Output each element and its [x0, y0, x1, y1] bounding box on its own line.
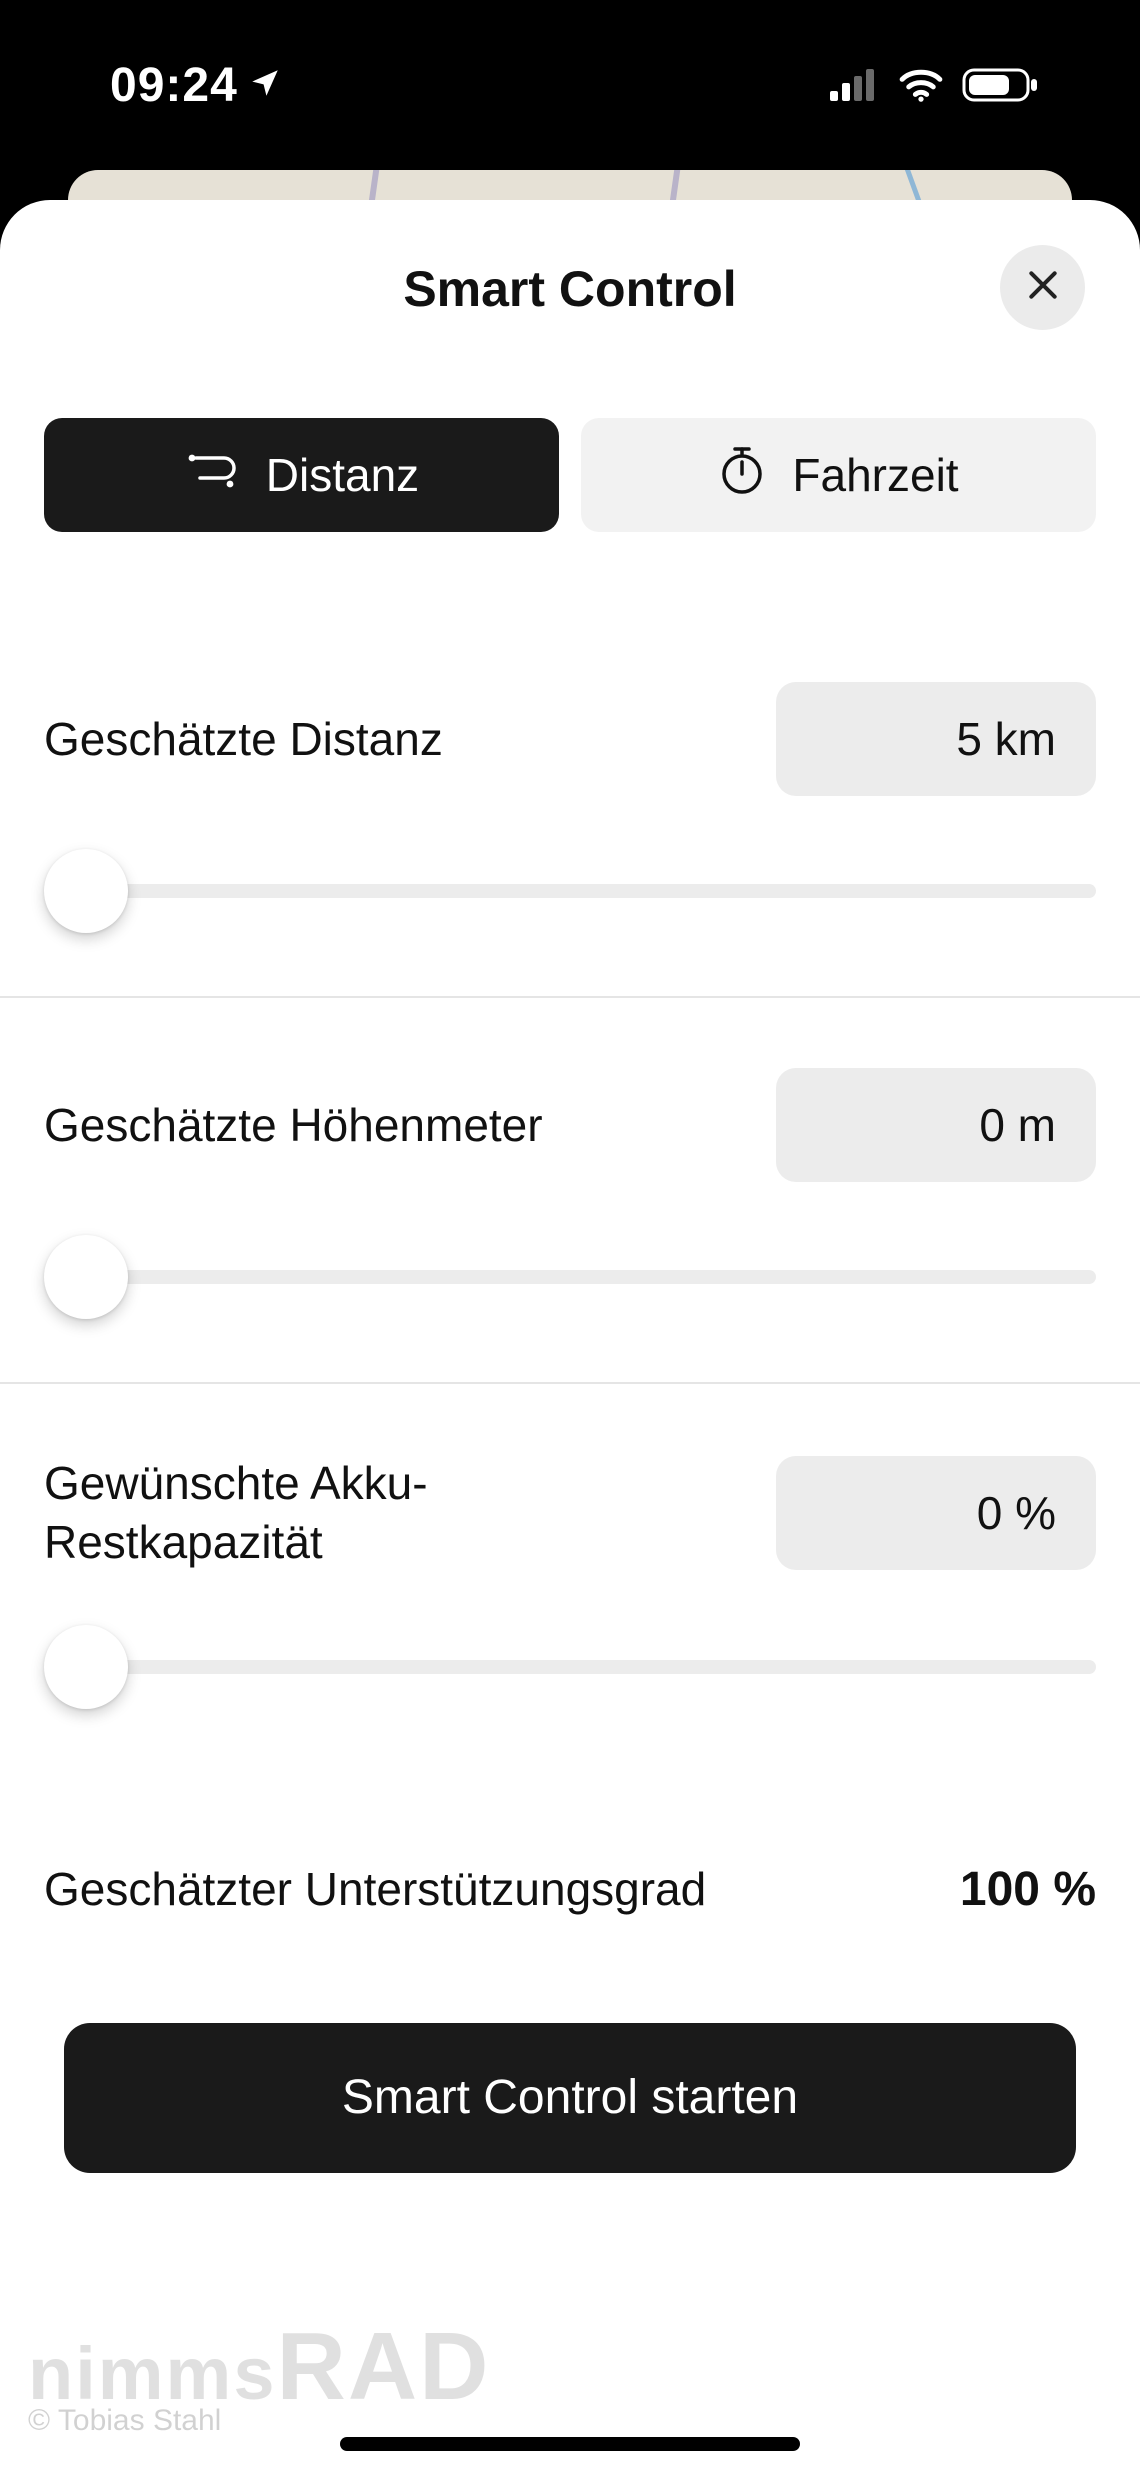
section-distance: Geschätzte Distanz 5 km — [0, 612, 1140, 998]
distance-label: Geschätzte Distanz — [44, 710, 443, 769]
sheet-header: Smart Control — [0, 200, 1140, 378]
status-time: 09:24 — [110, 58, 238, 113]
status-left: 09:24 — [110, 58, 282, 113]
tab-time-label: Fahrzeit — [792, 448, 958, 502]
route-icon — [184, 448, 240, 503]
location-arrow-icon — [248, 66, 282, 105]
support-label: Geschätzter Unterstützungsgrad — [44, 1862, 706, 1916]
slider-track — [44, 1660, 1096, 1674]
tab-distance[interactable]: Distanz — [44, 418, 559, 532]
watermark-brand-1: nimms — [28, 2332, 277, 2415]
stopwatch-icon — [718, 444, 766, 507]
slider-thumb[interactable] — [44, 1625, 128, 1709]
close-button[interactable] — [1000, 245, 1085, 330]
slider-track — [44, 884, 1096, 898]
elevation-slider[interactable] — [44, 1242, 1096, 1312]
section-battery: Gewünschte Akku-Restkapazität 0 % — [0, 1384, 1140, 1772]
cellular-icon — [830, 69, 880, 101]
watermark-brand-2: RAD — [277, 2313, 491, 2420]
elevation-label: Geschätzte Höhenmeter — [44, 1096, 543, 1155]
slider-thumb[interactable] — [44, 1235, 128, 1319]
battery-slider[interactable] — [44, 1632, 1096, 1702]
start-smart-control-button[interactable]: Smart Control starten — [64, 2023, 1076, 2173]
close-icon — [1023, 265, 1063, 310]
tab-time[interactable]: Fahrzeit — [581, 418, 1096, 532]
watermark: nimmsRAD © Tobias Stahl — [28, 2326, 491, 2433]
elevation-value: 0 m — [776, 1068, 1096, 1182]
wifi-icon — [898, 68, 944, 102]
battery-icon — [962, 66, 1040, 104]
support-level-row: Geschätzter Unterstützungsgrad 100 % — [0, 1772, 1140, 1967]
distance-value: 5 km — [776, 682, 1096, 796]
section-elevation: Geschätzte Höhenmeter 0 m — [0, 998, 1140, 1384]
slider-track — [44, 1270, 1096, 1284]
sheet-title: Smart Control — [403, 260, 736, 318]
status-right — [830, 66, 1040, 104]
battery-label: Gewünschte Akku-Restkapazität — [44, 1454, 664, 1572]
support-value: 100 % — [960, 1862, 1096, 1917]
start-button-label: Smart Control starten — [342, 2070, 798, 2125]
battery-value: 0 % — [776, 1456, 1096, 1570]
distance-slider[interactable] — [44, 856, 1096, 926]
smart-control-sheet: Smart Control Distanz — [0, 200, 1140, 2471]
tab-distance-label: Distanz — [266, 448, 419, 502]
slider-thumb[interactable] — [44, 849, 128, 933]
mode-segmented-control: Distanz Fahrzeit — [0, 418, 1140, 532]
home-indicator[interactable] — [340, 2437, 800, 2451]
status-bar: 09:24 — [0, 0, 1140, 170]
